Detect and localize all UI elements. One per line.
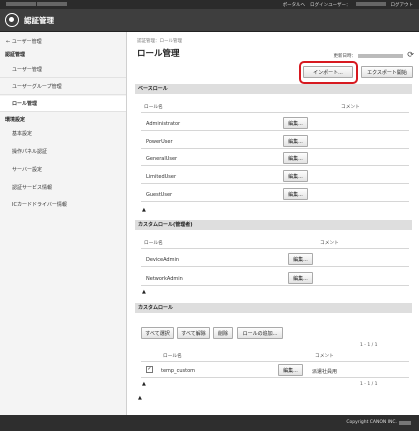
sidebar-item-user-management[interactable]: ユーザー管理: [0, 62, 126, 78]
base-role-name: Administrator: [146, 121, 181, 127]
admin-col-name: ロール名: [144, 241, 163, 246]
app-title: 認証管理: [24, 16, 54, 25]
login-user-label: ログインユーザー：: [310, 2, 351, 8]
admin-col-rule: [141, 248, 409, 249]
sidebar-item-panel-auth[interactable]: 操作パネル認証: [0, 144, 126, 160]
row-divider: [141, 377, 409, 378]
copyright: Copyright CANON INC.: [346, 420, 411, 425]
role-row-checkbox[interactable]: ✓: [146, 366, 153, 373]
copyright-text: Copyright CANON INC.: [346, 420, 397, 425]
row-divider: [141, 201, 409, 202]
custom-admin-roles-header: カスタムロール(管理者): [135, 220, 412, 230]
export-button[interactable]: エクスポート開始: [361, 66, 413, 78]
sidebar-item-usergroup-management[interactable]: ユーザーグループ管理: [0, 79, 126, 95]
base-role-edit-button[interactable]: 編集...: [283, 170, 308, 182]
row-divider: [141, 183, 409, 184]
page-title: ロール管理: [137, 49, 180, 59]
sidebar-section-settings: 環境設定: [5, 117, 26, 123]
footer: Copyright CANON INC.: [0, 415, 419, 431]
add-role-button[interactable]: ロールの追加...: [237, 327, 283, 339]
custom-role-edit-button[interactable]: 編集...: [278, 364, 303, 376]
import-button[interactable]: インポート...: [303, 66, 353, 78]
collapse-icon[interactable]: ▲: [142, 381, 146, 387]
host-address: [6, 1, 68, 8]
sidebar-section-auth: 認証管理: [5, 52, 26, 58]
custom-col-rule: [141, 361, 409, 362]
row-divider: [141, 130, 409, 131]
back-link-label: ユーザー管理: [11, 39, 42, 45]
row-divider: [141, 148, 409, 149]
clear-all-button[interactable]: すべて解除: [177, 327, 210, 339]
updated-value: [358, 54, 403, 58]
updated-timestamp: 更新日時：: [333, 53, 403, 59]
base-col-comment: コメント: [341, 105, 360, 110]
copyright-year: [399, 420, 411, 425]
base-col-rule: [141, 112, 409, 113]
back-link[interactable]: ← ユーザー管理: [6, 38, 42, 45]
admin-role-name: DeviceAdmin: [146, 257, 180, 263]
pager-top: 1 - 1 / 1: [360, 343, 378, 348]
login-user-name: [355, 1, 386, 6]
breadcrumb: 認証管理：ロール管理: [137, 39, 182, 44]
sidebar: ← ユーザー管理 認証管理 ユーザー管理 ユーザーグループ管理 ロール管理 環境…: [0, 32, 127, 415]
sidebar-item-auth-service-info[interactable]: 認証サービス情報: [0, 180, 126, 196]
select-all-button[interactable]: すべて選択: [141, 327, 174, 339]
row-divider: [141, 285, 409, 286]
custom-col-name: ロール名: [163, 354, 182, 359]
base-role-name: GuestUser: [146, 192, 173, 198]
custom-role-comment: 派遣社員用: [312, 369, 338, 375]
sidebar-item-ic-card-driver-info[interactable]: ICカードドライバー情報: [0, 197, 126, 213]
sidebar-item-basic-settings[interactable]: 基本設定: [0, 126, 126, 142]
delete-button[interactable]: 削除: [213, 327, 233, 339]
top-links: ポータルへ ログインユーザー： ログアウト: [283, 1, 414, 8]
collapse-icon[interactable]: ▲: [142, 289, 146, 295]
row-divider: [141, 266, 409, 267]
admin-col-comment: コメント: [320, 241, 339, 246]
sidebar-item-role-management[interactable]: ロール管理: [0, 96, 126, 112]
custom-role-name: temp_custom: [161, 368, 195, 374]
base-role-edit-button[interactable]: 編集...: [283, 135, 308, 147]
top-bar: ポータルへ ログインユーザー： ログアウト: [0, 0, 419, 9]
main-content: 認証管理：ロール管理 ロール管理 更新日時： ⟳ インポート... エクスポート…: [127, 32, 419, 415]
admin-role-edit-button[interactable]: 編集...: [288, 253, 313, 265]
admin-role-name: NetworkAdmin: [146, 276, 183, 282]
custom-roles-header: カスタムロール: [135, 303, 412, 313]
base-role-edit-button[interactable]: 編集...: [283, 152, 308, 164]
sidebar-item-server-settings[interactable]: サーバー設定: [0, 162, 126, 178]
refresh-icon[interactable]: ⟳: [407, 50, 414, 59]
base-roles-header: ベースロール: [135, 84, 412, 94]
base-col-name: ロール名: [144, 105, 163, 110]
logout-link[interactable]: ログアウト: [391, 2, 414, 8]
auth-logo-icon: [5, 13, 19, 27]
base-role-name: PowerUser: [146, 139, 173, 145]
collapse-icon[interactable]: ▲: [142, 207, 146, 213]
app-header: 認証管理: [0, 9, 419, 32]
admin-role-edit-button[interactable]: 編集...: [288, 272, 313, 284]
base-role-edit-button[interactable]: 編集...: [283, 188, 308, 200]
base-role-edit-button[interactable]: 編集...: [283, 117, 308, 129]
base-role-name: GeneralUser: [146, 156, 178, 162]
collapse-all-icon[interactable]: ▲: [138, 395, 142, 401]
updated-label: 更新日時：: [333, 54, 357, 59]
row-divider: [141, 165, 409, 166]
custom-col-comment: コメント: [315, 354, 334, 359]
portal-link[interactable]: ポータルへ: [283, 2, 306, 8]
base-role-name: LimitedUser: [146, 174, 177, 180]
pager-bottom: 1 - 1 / 1: [360, 382, 378, 387]
